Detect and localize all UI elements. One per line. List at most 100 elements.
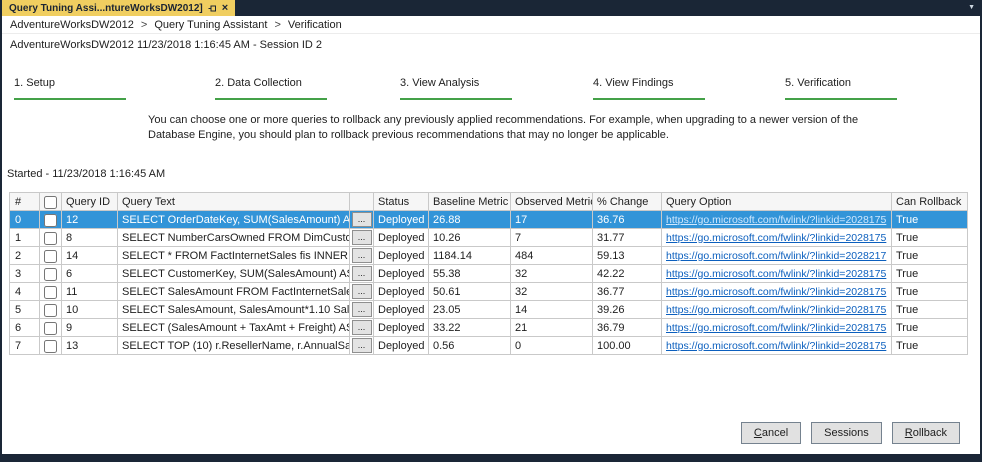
row-checkbox[interactable] [44,250,57,263]
baseline-metric-cell: 50.61 [429,283,511,301]
table-header-row: # Query ID Query Text Status Baseline Me… [10,193,968,211]
query-text-cell: SELECT * FROM FactInternetSales fis INNE… [118,247,350,265]
step-label[interactable]: 1. Setup [14,77,164,89]
table-row[interactable]: 2 14SELECT * FROM FactInternetSales fis I… [10,247,968,265]
query-id-cell: 6 [62,265,118,283]
status-cell: Deployed [374,247,429,265]
percent-change-cell: 36.76 [593,211,662,229]
col-header-status: Status [374,193,429,211]
ellipsis-button[interactable]: ... [352,320,372,335]
status-cell: Deployed [374,283,429,301]
table-row[interactable]: 36SELECT CustomerKey, SUM(SalesAmount) A… [10,265,968,283]
ellipsis-button[interactable]: ... [352,212,372,227]
row-checkbox[interactable] [44,340,57,353]
ellipsis-button[interactable]: ... [352,230,372,245]
table-row[interactable]: 510SELECT SalesAmount, SalesAmount*1.10 … [10,301,968,319]
query-option-cell: https://go.microsoft.com/fwlink/?linkid=… [662,247,892,265]
row-number: 6 [10,319,40,337]
row-number: 2 [10,247,40,265]
ellipsis-button[interactable]: ... [352,248,372,263]
observed-metric-cell: 21 [511,319,593,337]
row-checkbox[interactable] [44,232,57,245]
ellipsis-button[interactable]: ... [352,338,372,353]
row-number: 5 [10,301,40,319]
query-option-link[interactable]: https://go.microsoft.com/fwlink/?linkid=… [666,250,886,262]
status-cell: Deployed [374,337,429,355]
row-checkbox-cell [40,247,62,265]
table-row[interactable]: 713SELECT TOP (10) r.ResellerName, r.Ann… [10,337,968,355]
table-row[interactable]: 69SELECT (SalesAmount + TaxAmt + Freight… [10,319,968,337]
ellipsis-button[interactable]: ... [352,266,372,281]
wizard-steps: 1. Setup 2. Data Collection 3. View Anal… [2,77,980,109]
percent-change-cell: 36.79 [593,319,662,337]
step-label[interactable]: 5. Verification [785,77,935,89]
breadcrumb-separator: > [274,19,280,31]
ellipsis-cell: ... [350,229,374,247]
pin-icon[interactable] [208,4,217,13]
query-id-cell: 12 [62,211,118,229]
table-row[interactable]: 411SELECT SalesAmount FROM FactInternetS… [10,283,968,301]
cancel-button[interactable]: Cancel [741,422,801,444]
ellipsis-button[interactable]: ... [352,302,372,317]
query-option-cell: https://go.microsoft.com/fwlink/?linkid=… [662,283,892,301]
status-cell: Deployed [374,319,429,337]
table-row[interactable]: 18SELECT NumberCarsOwned FROM DimCustome… [10,229,968,247]
row-checkbox-cell [40,283,62,301]
close-icon[interactable]: × [222,3,228,13]
document-tab[interactable]: Query Tuning Assi...ntureWorksDW2012] × [2,0,235,16]
breadcrumb-separator: > [141,19,147,31]
ellipsis-cell: ... [350,265,374,283]
query-option-link[interactable]: https://go.microsoft.com/fwlink/?linkid=… [666,214,886,226]
select-all-checkbox[interactable] [44,196,57,209]
row-checkbox-cell [40,337,62,355]
ellipsis-cell: ... [350,337,374,355]
ellipsis-cell: ... [350,211,374,229]
breadcrumb-item-database[interactable]: AdventureWorksDW2012 [10,19,134,31]
row-checkbox[interactable] [44,286,57,299]
tab-title: Query Tuning Assi...ntureWorksDW2012] [9,3,203,14]
query-table: # Query ID Query Text Status Baseline Me… [9,192,968,355]
sessions-button[interactable]: Sessions [811,422,882,444]
row-checkbox-cell [40,301,62,319]
query-option-link[interactable]: https://go.microsoft.com/fwlink/?linkid=… [666,232,886,244]
table-row[interactable]: 012SELECT OrderDateKey, SUM(SalesAmount)… [10,211,968,229]
row-checkbox[interactable] [44,322,57,335]
query-option-link[interactable]: https://go.microsoft.com/fwlink/?linkid=… [666,268,886,280]
row-checkbox[interactable] [44,214,57,227]
step-label[interactable]: 4. View Findings [593,77,743,89]
row-checkbox[interactable] [44,304,57,317]
query-option-link[interactable]: https://go.microsoft.com/fwlink/?linkid=… [666,322,886,334]
baseline-metric-cell: 10.26 [429,229,511,247]
baseline-metric-cell: 0.56 [429,337,511,355]
step-underline [215,98,327,100]
percent-change-cell: 39.26 [593,301,662,319]
query-table-body: 012SELECT OrderDateKey, SUM(SalesAmount)… [10,211,968,355]
col-header-baseline-metric: Baseline Metric [429,193,511,211]
can-rollback-cell: True [892,229,968,247]
query-id-cell: 14 [62,247,118,265]
ellipsis-cell: ... [350,283,374,301]
percent-change-cell: 42.22 [593,265,662,283]
step-label[interactable]: 2. Data Collection [215,77,365,89]
ellipsis-cell: ... [350,247,374,265]
query-id-cell: 8 [62,229,118,247]
row-checkbox[interactable] [44,268,57,281]
query-text-cell: SELECT (SalesAmount + TaxAmt + Freight) … [118,319,350,337]
col-header-can-rollback: Can Rollback [892,193,968,211]
percent-change-cell: 36.77 [593,283,662,301]
query-option-link[interactable]: https://go.microsoft.com/fwlink/?linkid=… [666,340,886,352]
step-underline [785,98,897,100]
query-option-link[interactable]: https://go.microsoft.com/fwlink/?linkid=… [666,286,886,298]
tab-list-dropdown-icon[interactable]: ▼ [968,4,975,11]
query-text-cell: SELECT TOP (10) r.ResellerName, r.Annual… [118,337,350,355]
step-underline [400,98,512,100]
query-option-link[interactable]: https://go.microsoft.com/fwlink/?linkid=… [666,304,886,316]
query-id-cell: 11 [62,283,118,301]
ellipsis-button[interactable]: ... [352,284,372,299]
query-text-cell: SELECT CustomerKey, SUM(SalesAmount) AS … [118,265,350,283]
breadcrumb-item-query-tuning-assistant[interactable]: Query Tuning Assistant [154,19,267,31]
step-underline [14,98,126,100]
step-label[interactable]: 3. View Analysis [400,77,550,89]
wizard-step-view-findings: 4. View Findings [593,77,743,100]
rollback-button[interactable]: Rollback [892,422,960,444]
